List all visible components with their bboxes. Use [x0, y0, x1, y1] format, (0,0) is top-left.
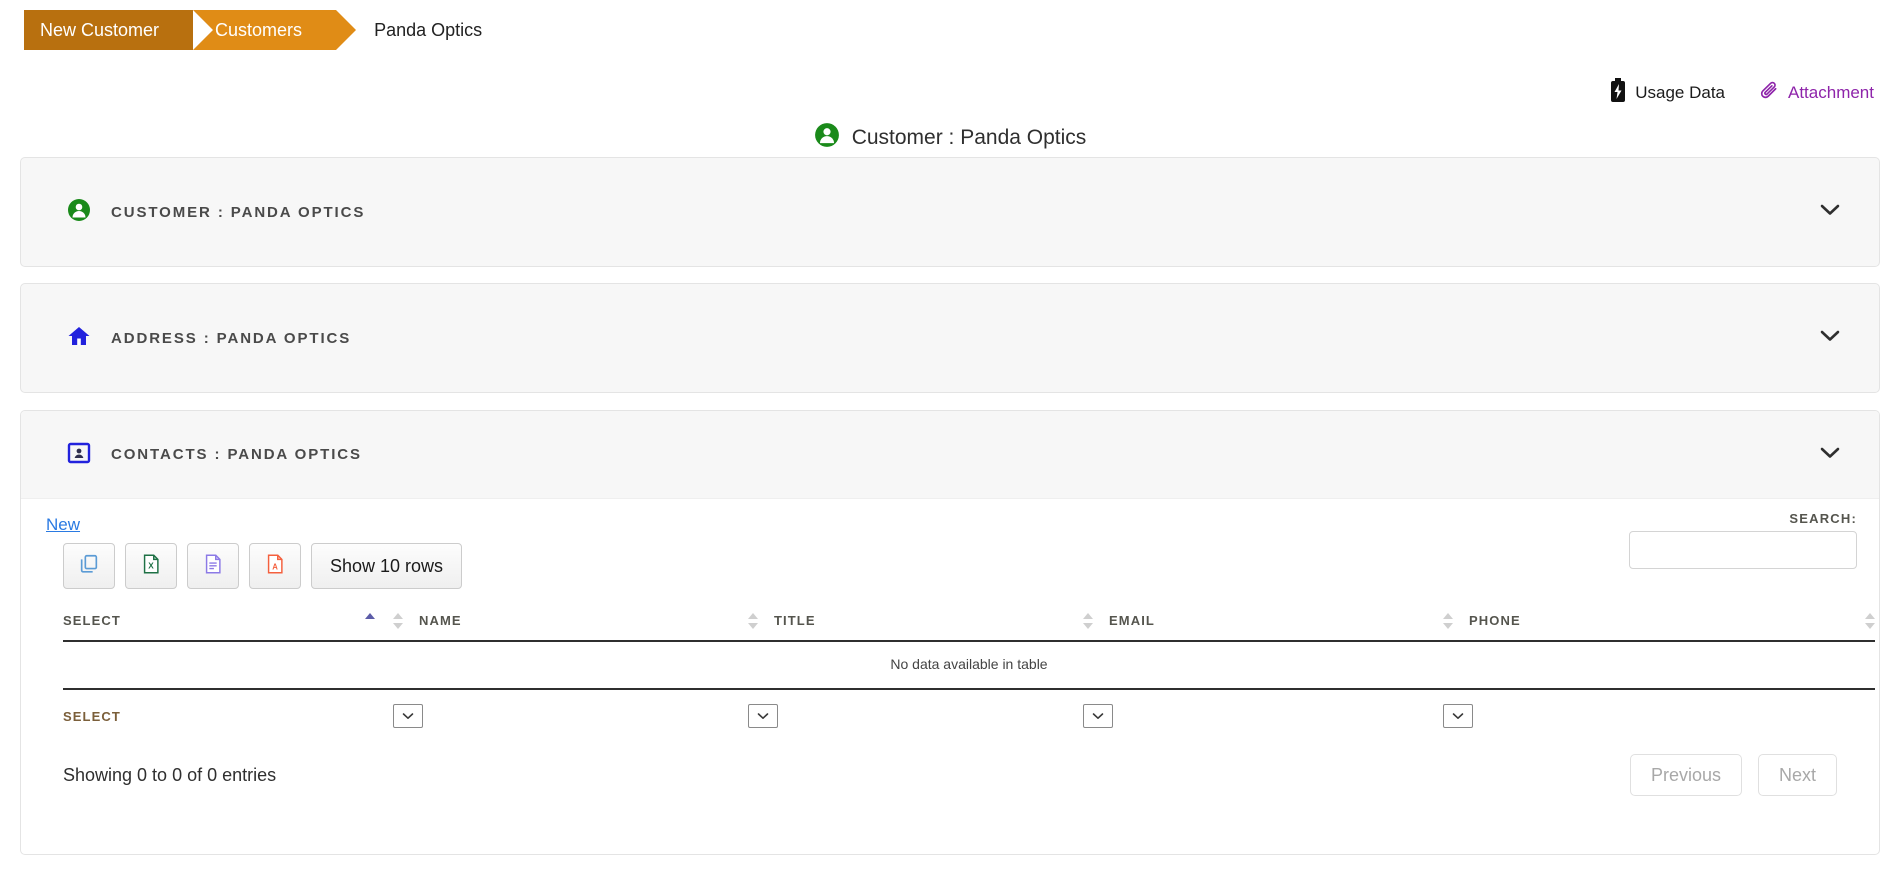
table-empty-row: No data available in table: [63, 641, 1875, 690]
contact-card-icon: [67, 441, 91, 469]
sort-indicator-icon[interactable]: [1443, 613, 1453, 629]
table-footer-row: SELECT: [63, 689, 1875, 732]
table-foot: SELECT: [63, 689, 1875, 732]
column-label: NAME: [419, 613, 462, 628]
breadcrumb: New Customer Customers Panda Optics: [0, 0, 1900, 60]
accordion-title-contacts: CONTACTS : PANDA OPTICS: [67, 441, 362, 469]
column-label: TITLE: [774, 613, 816, 628]
column-header-title[interactable]: TITLE: [748, 607, 1083, 642]
breadcrumb-label: Customers: [215, 19, 303, 40]
accordion-label: CUSTOMER : PANDA OPTICS: [111, 203, 366, 221]
filter-dropdown-phone[interactable]: [1443, 704, 1473, 728]
contacts-table: SELECT NAME TITLE EMAIL PHONE No data av…: [63, 607, 1875, 732]
footer-filter-title[interactable]: [748, 689, 1083, 732]
person-circle-icon: [814, 122, 840, 154]
footer-filter-phone[interactable]: [1443, 689, 1875, 732]
accordion-title-address: ADDRESS : PANDA OPTICS: [67, 324, 351, 352]
person-circle-icon: [67, 198, 91, 226]
pdf-icon: A: [264, 553, 286, 580]
accordion-title-customer: CUSTOMER : PANDA OPTICS: [67, 198, 365, 226]
accordion-panel-contacts[interactable]: CONTACTS : PANDA OPTICS New X A Show 10 …: [20, 410, 1880, 855]
pagination: Previous Next: [1629, 754, 1837, 796]
copy-icon: [78, 553, 100, 580]
show-rows-button[interactable]: Show 10 rows: [311, 543, 463, 589]
search-label: SEARCH:: [1789, 511, 1857, 526]
accordion-header-customer[interactable]: CUSTOMER : PANDA OPTICS: [21, 158, 1879, 266]
footer-filter-name[interactable]: [393, 689, 748, 732]
accordion-label: ADDRESS : PANDA OPTICS: [111, 329, 352, 347]
csv-document-icon: [202, 553, 224, 580]
sort-indicator-icon[interactable]: [1083, 613, 1093, 629]
svg-text:A: A: [272, 562, 278, 571]
breadcrumb-item-customers[interactable]: Customers: [193, 10, 357, 50]
footer-label-select: SELECT: [63, 708, 121, 724]
previous-page-button[interactable]: Previous: [1629, 754, 1742, 796]
column-header-name[interactable]: NAME: [393, 607, 748, 642]
accordion-header-address[interactable]: ADDRESS : PANDA OPTICS: [21, 284, 1879, 392]
excel-icon: X: [140, 553, 162, 580]
pdf-button[interactable]: A: [249, 543, 301, 589]
page-title: Customer : Panda Optics: [0, 122, 1900, 154]
filter-dropdown-email[interactable]: [1083, 704, 1113, 728]
next-page-button[interactable]: Next: [1757, 754, 1837, 796]
sort-indicator-icon[interactable]: [393, 613, 403, 629]
copy-button[interactable]: [63, 543, 115, 589]
home-icon: [67, 324, 91, 352]
empty-message: No data available in table: [63, 641, 1875, 690]
entries-info: Showing 0 to 0 of 0 entries: [63, 764, 277, 785]
breadcrumb-item-new-customer[interactable]: New Customer: [24, 10, 214, 50]
accordion-panel-customer[interactable]: CUSTOMER : PANDA OPTICS: [20, 157, 1880, 267]
sort-indicator-icon[interactable]: [748, 613, 758, 629]
new-contact-link[interactable]: New: [46, 515, 80, 535]
chevron-down-icon[interactable]: [1819, 445, 1841, 464]
attachment-button[interactable]: Attachment: [1759, 80, 1874, 105]
filter-dropdown-title[interactable]: [748, 704, 778, 728]
accordion-label: CONTACTS : PANDA OPTICS: [111, 446, 362, 463]
table-head: SELECT NAME TITLE EMAIL PHONE: [63, 607, 1875, 642]
paperclip-icon: [1759, 80, 1779, 105]
chevron-down-icon[interactable]: [1819, 329, 1841, 348]
accordion-header-contacts[interactable]: CONTACTS : PANDA OPTICS: [21, 411, 1879, 499]
table-header-row: SELECT NAME TITLE EMAIL PHONE: [63, 607, 1875, 642]
column-label: PHONE: [1469, 613, 1521, 628]
table-search: SEARCH:: [1629, 511, 1857, 569]
search-input[interactable]: [1629, 531, 1857, 569]
usage-data-button[interactable]: Usage Data: [1610, 78, 1725, 107]
attachment-label: Attachment: [1788, 82, 1874, 102]
excel-button[interactable]: X: [125, 543, 177, 589]
battery-bolt-icon: [1610, 78, 1626, 107]
column-header-select[interactable]: SELECT: [63, 607, 393, 642]
breadcrumb-trail: New Customer Customers: [24, 10, 357, 50]
table-body: No data available in table: [63, 641, 1875, 690]
accordion-panel-address[interactable]: ADDRESS : PANDA OPTICS: [20, 283, 1880, 393]
export-toolbar: X A Show 10 rows: [63, 543, 1859, 589]
column-label: EMAIL: [1109, 613, 1155, 628]
top-actions: Usage Data Attachment: [1610, 78, 1874, 107]
breadcrumb-label: New Customer: [40, 19, 160, 40]
column-label: SELECT: [63, 613, 121, 628]
column-header-phone[interactable]: PHONE: [1443, 607, 1875, 642]
chevron-down-icon[interactable]: [1819, 203, 1841, 222]
sort-indicator-asc-icon[interactable]: [365, 613, 375, 629]
filter-dropdown-name[interactable]: [393, 704, 423, 728]
column-header-email[interactable]: EMAIL: [1083, 607, 1443, 642]
page-title-text: Customer : Panda Optics: [851, 126, 1087, 149]
usage-data-label: Usage Data: [1635, 82, 1725, 102]
csv-button[interactable]: [187, 543, 239, 589]
table-footer-bar: Showing 0 to 0 of 0 entries Previous Nex…: [63, 754, 1837, 796]
breadcrumb-item-current: Panda Optics: [336, 20, 482, 41]
svg-text:X: X: [148, 561, 154, 570]
breadcrumb-label: Panda Optics: [374, 19, 483, 40]
footer-filter-email[interactable]: [1083, 689, 1443, 732]
contacts-body: New X A Show 10 rows SEARCH: SELECT NAME…: [21, 499, 1879, 796]
sort-indicator-icon[interactable]: [1865, 613, 1875, 629]
